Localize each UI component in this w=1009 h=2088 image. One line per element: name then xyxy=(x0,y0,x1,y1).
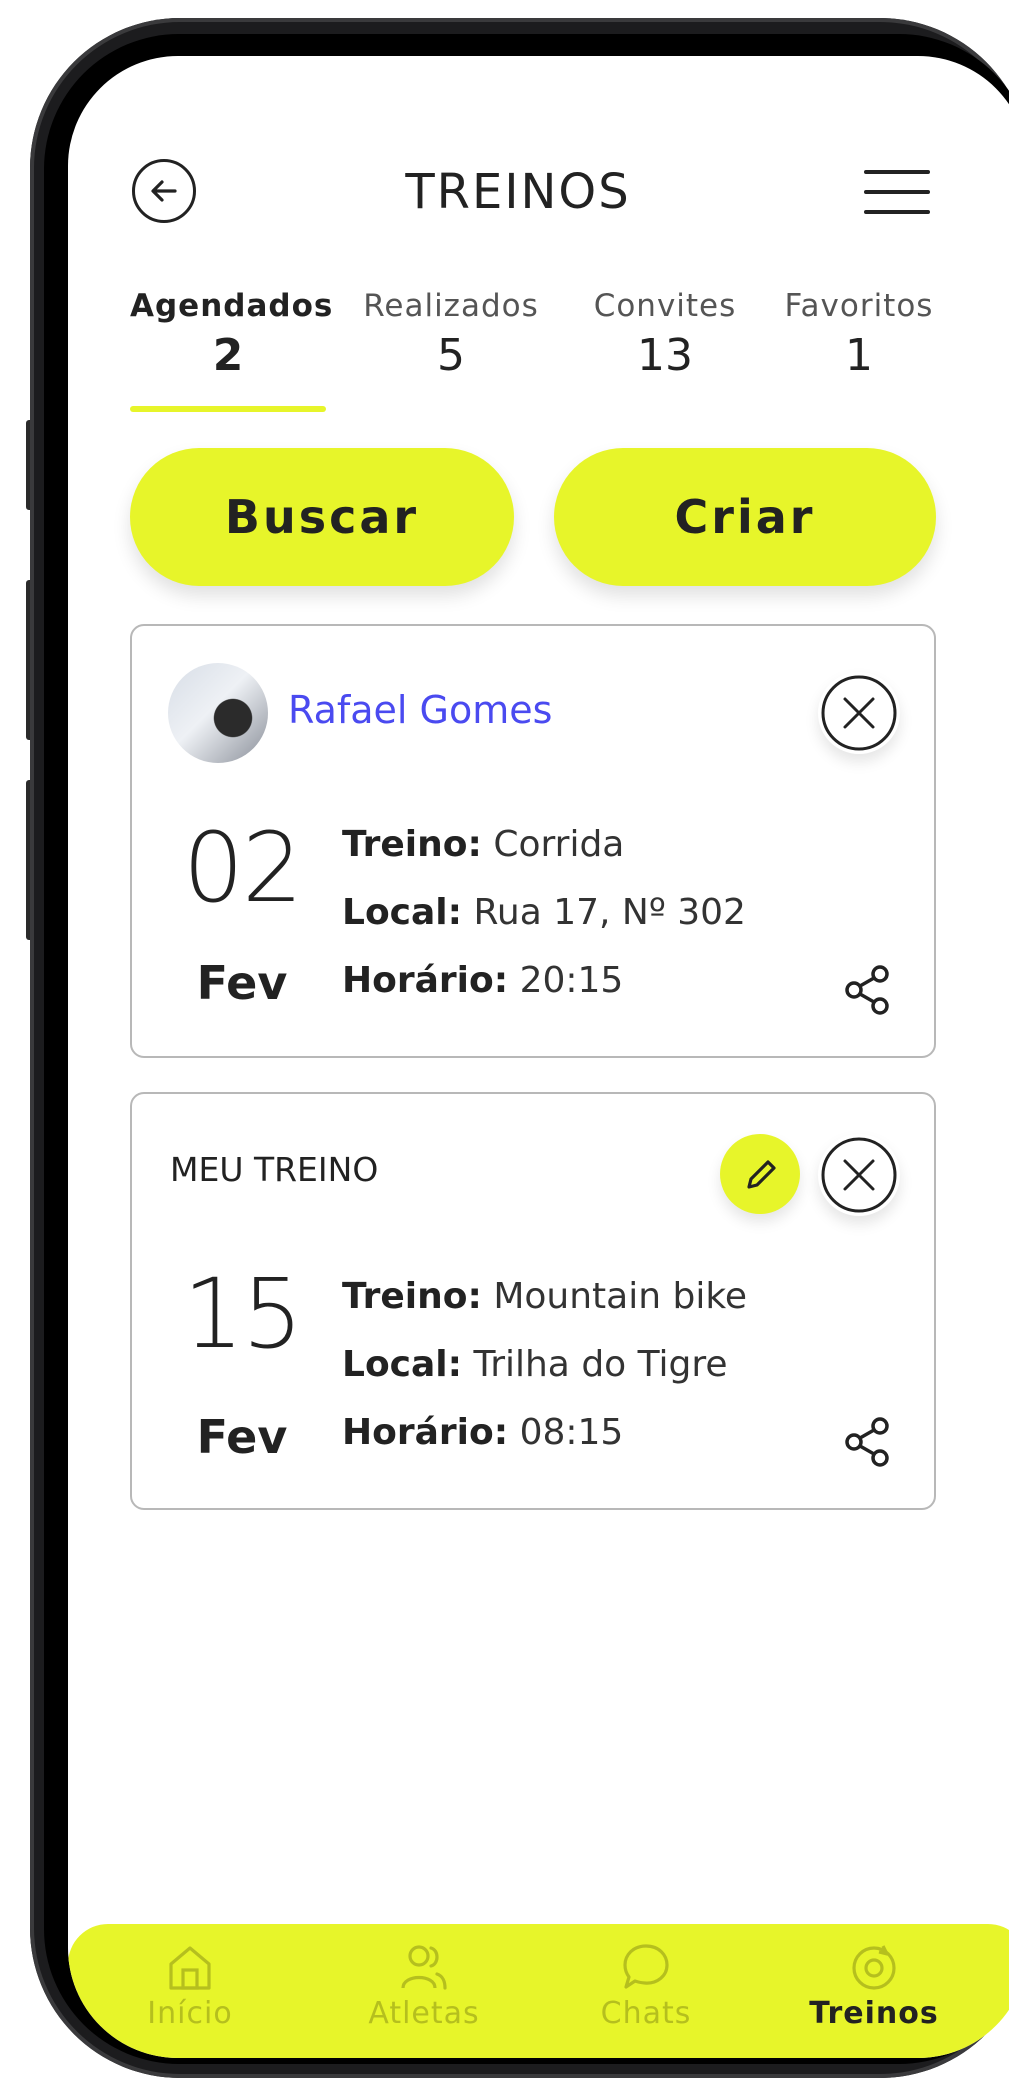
cancel-button[interactable] xyxy=(818,1134,900,1216)
workout-time-label: Horário: xyxy=(342,960,509,1001)
home-icon xyxy=(169,1946,211,1990)
my-workout-card[interactable]: MEU TREINO 15 Fev Treino: Mountain bike … xyxy=(130,1092,936,1510)
workout-time-value: 08:15 xyxy=(508,1412,624,1453)
avatar[interactable] xyxy=(168,663,268,763)
workout-location: Local: Rua 17, Nº 302 xyxy=(342,892,746,933)
workout-time-label: Horário: xyxy=(342,1412,509,1453)
share-icon[interactable] xyxy=(840,1414,896,1470)
nav-item-atletas[interactable]: Atletas xyxy=(344,1940,504,2031)
nav-item-chats[interactable]: Chats xyxy=(566,1940,726,2031)
bottom-navigation: Início Atletas Chats Treinos xyxy=(68,1924,1009,2058)
workout-time-value: 20:15 xyxy=(508,960,624,1001)
tab-count: 13 xyxy=(637,330,693,381)
workout-location-value: Rua 17, Nº 302 xyxy=(462,892,746,933)
card-heading: MEU TREINO xyxy=(170,1150,379,1189)
workout-day: 02 xyxy=(182,812,303,924)
close-circle-icon xyxy=(821,1137,897,1213)
workout-month: Fev xyxy=(196,956,288,1010)
tab-realizados[interactable]: Realizados 5 xyxy=(356,288,546,381)
share-icon[interactable] xyxy=(840,962,896,1018)
tab-label: Favoritos xyxy=(784,288,934,324)
workout-type: Treino: Mountain bike xyxy=(342,1276,747,1317)
page-title: TREINOS xyxy=(405,164,631,220)
back-button[interactable] xyxy=(132,159,196,223)
tab-label: Convites xyxy=(593,288,737,324)
tab-agendados[interactable]: Agendados 2 xyxy=(130,288,334,381)
workout-month: Fev xyxy=(196,1410,288,1464)
workout-type-label: Treino: xyxy=(342,824,482,865)
workout-card[interactable]: Rafael Gomes 02 Fev Treino: Corrida Loca… xyxy=(130,624,936,1058)
menu-icon xyxy=(864,170,930,174)
workout-type-value: Corrida xyxy=(481,824,625,865)
nav-item-treinos[interactable]: Treinos xyxy=(794,1940,954,2031)
workout-type: Treino: Corrida xyxy=(342,824,624,865)
nav-label: Início xyxy=(147,1996,233,2031)
workout-location-value: Trilha do Tigre xyxy=(462,1344,728,1385)
app-screen: TREINOS Agendados 2 Realizados 5 Convite… xyxy=(68,56,1009,2058)
create-button[interactable]: Criar xyxy=(554,448,936,586)
workout-location-label: Local: xyxy=(342,892,463,933)
menu-icon-bar xyxy=(864,190,930,194)
pencil-icon xyxy=(747,1160,776,1189)
tab-count: 1 xyxy=(845,330,873,381)
edit-button[interactable] xyxy=(720,1134,800,1214)
workout-type-label: Treino: xyxy=(342,1276,482,1317)
search-button[interactable]: Buscar xyxy=(130,448,514,586)
nav-item-inicio[interactable]: Início xyxy=(110,1940,270,2031)
nav-label: Treinos xyxy=(809,1996,939,2031)
tab-count: 2 xyxy=(212,330,244,381)
tab-label: Realizados xyxy=(363,288,539,324)
menu-button[interactable] xyxy=(864,168,930,216)
users-icon xyxy=(401,1945,447,1990)
tab-count: 5 xyxy=(437,330,465,381)
arrow-left-icon xyxy=(151,180,177,202)
tab-label: Agendados xyxy=(130,288,334,324)
workout-location: Local: Trilha do Tigre xyxy=(342,1344,728,1385)
user-name-link[interactable]: Rafael Gomes xyxy=(288,688,552,732)
workout-type-value: Mountain bike xyxy=(481,1276,748,1317)
workout-day: 15 xyxy=(182,1258,303,1370)
cancel-button[interactable] xyxy=(818,672,900,754)
workout-time: Horário: 20:15 xyxy=(342,960,623,1001)
workout-time: Horário: 08:15 xyxy=(342,1412,623,1453)
chat-icon xyxy=(623,1944,669,1989)
nav-label: Chats xyxy=(600,1996,692,2031)
active-tab-indicator xyxy=(130,406,326,412)
menu-icon-bar xyxy=(864,210,930,214)
tab-convites[interactable]: Convites 13 xyxy=(582,288,748,381)
tab-favoritos[interactable]: Favoritos 1 xyxy=(776,288,942,381)
workout-icon xyxy=(852,1945,896,1990)
nav-label: Atletas xyxy=(368,1996,480,2031)
close-circle-icon xyxy=(821,675,897,751)
workout-location-label: Local: xyxy=(342,1344,463,1385)
